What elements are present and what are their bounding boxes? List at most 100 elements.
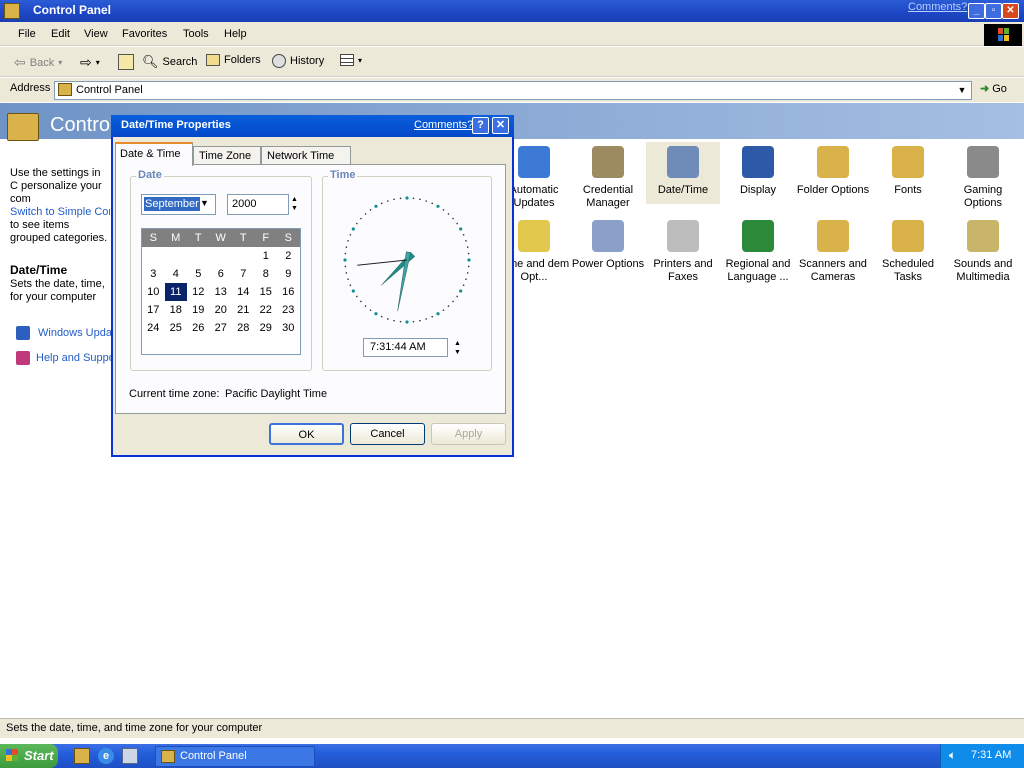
spin-up-icon[interactable]: ▲ <box>291 195 298 204</box>
folders-button[interactable]: Folders <box>206 54 261 66</box>
spin-up-icon[interactable]: ▲ <box>454 339 461 348</box>
folders-label: Folders <box>224 54 261 66</box>
apply-button[interactable]: Apply <box>431 423 506 445</box>
cancel-button[interactable]: Cancel <box>350 423 425 445</box>
help-support-link[interactable]: Help and Suppo <box>16 351 115 365</box>
calendar-day[interactable]: 7 <box>232 265 255 283</box>
menu-tools[interactable]: Tools <box>183 28 209 40</box>
calendar-day[interactable]: 27 <box>210 319 233 337</box>
calendar-day[interactable]: 2 <box>277 247 300 265</box>
calendar-day[interactable]: 11 <box>163 282 188 302</box>
spin-down-icon[interactable]: ▼ <box>291 204 298 213</box>
clock-tick <box>456 295 458 298</box>
windows-update-link[interactable]: Windows Upda <box>16 326 112 340</box>
calendar-day[interactable]: 25 <box>165 319 188 337</box>
calendar-day[interactable]: 9 <box>277 265 300 283</box>
calendar-days: 1 2 3 4 5 6 7 8 9 10 11 12 13 14 15 16 17 18 19 20 21 22 23 24 2… <box>142 247 300 337</box>
clock-tick <box>467 265 470 268</box>
time-spinner[interactable]: ▲ ▼ <box>454 339 461 357</box>
clock-tick <box>387 200 389 202</box>
calendar-day[interactable]: 20 <box>210 301 233 319</box>
cp-item[interactable]: Fonts <box>871 146 945 197</box>
year-spinner[interactable]: ▲ ▼ <box>291 195 298 213</box>
calendar-day[interactable]: 24 <box>142 319 165 337</box>
calendar-day[interactable]: 13 <box>210 283 233 301</box>
address-dropdown-icon[interactable]: ▼ <box>953 82 971 99</box>
calendar-day[interactable]: 19 <box>187 301 210 319</box>
month-select[interactable]: September ▼ <box>141 194 216 215</box>
restore-button[interactable]: ▫ <box>985 3 1002 19</box>
calendar-day[interactable]: 12 <box>187 283 210 301</box>
ok-button[interactable]: OK <box>269 423 344 445</box>
calendar-day[interactable]: 29 <box>255 319 278 337</box>
cp-item[interactable]: Sounds and Multimedia <box>946 220 1020 284</box>
help-button[interactable]: ? <box>472 117 489 134</box>
menu-view[interactable]: View <box>84 28 108 40</box>
calendar-day[interactable]: 16 <box>277 283 300 301</box>
up-folder-button[interactable] <box>118 54 134 70</box>
time-field[interactable]: 7:31:44 AM <box>363 338 448 357</box>
cp-item[interactable]: Printers and Faxes <box>646 220 720 284</box>
calendar-day[interactable]: 21 <box>232 301 255 319</box>
clock-tick <box>466 272 469 274</box>
menu-help[interactable]: Help <box>224 28 247 40</box>
calendar-day[interactable]: 1 <box>255 247 278 265</box>
switch-view-link[interactable]: Switch to Simple Con <box>10 206 110 219</box>
cp-item[interactable]: Date/Time <box>646 142 720 204</box>
cp-item[interactable]: Power Options <box>571 220 645 271</box>
address-field[interactable]: Control Panel ▼ <box>54 81 972 100</box>
spin-down-icon[interactable]: ▼ <box>454 348 461 357</box>
back-button[interactable]: ⇦ Back ▾ <box>14 54 62 71</box>
calendar-day[interactable]: 30 <box>277 319 300 337</box>
tab-time-zone[interactable]: Time Zone <box>193 146 261 165</box>
calendar-day[interactable]: 10 <box>142 283 165 301</box>
speaker-icon[interactable]: 🔈︎ <box>949 748 956 763</box>
forward-button[interactable]: ⇨ ▾ <box>80 54 100 71</box>
calendar-day[interactable]: 26 <box>187 319 210 337</box>
year-field[interactable]: 2000 <box>227 194 289 215</box>
tab-date-time[interactable]: Date & Time <box>115 142 193 166</box>
calendar-day[interactable]: 8 <box>255 265 278 283</box>
menu-file[interactable]: File <box>18 28 36 40</box>
calendar-day[interactable]: 3 <box>142 265 165 283</box>
cp-item[interactable]: Credential Manager <box>571 146 645 210</box>
cp-item[interactable]: Folder Options <box>796 146 870 197</box>
comments-link[interactable]: Comments? <box>908 1 967 13</box>
calendar-day[interactable]: 14 <box>232 283 255 301</box>
quick-launch-desktop-icon[interactable] <box>74 748 90 764</box>
start-button[interactable]: Start <box>0 744 58 768</box>
cp-item[interactable]: Regional and Language ... <box>721 220 795 284</box>
calendar-day[interactable]: 23 <box>277 301 300 319</box>
tray-clock[interactable]: 7:31 AM <box>971 749 1011 761</box>
minimize-button[interactable]: _ <box>968 3 985 19</box>
calendar-day[interactable]: 18 <box>165 301 188 319</box>
menu-edit[interactable]: Edit <box>51 28 70 40</box>
tab-network-time[interactable]: Network Time <box>261 146 351 165</box>
cp-item[interactable]: Display <box>721 146 795 197</box>
cp-item-label: Power Options <box>571 258 645 270</box>
clock-tick <box>344 265 347 268</box>
calendar-day[interactable]: 28 <box>232 319 255 337</box>
calendar-week: 10 11 12 13 14 15 16 <box>142 282 300 302</box>
search-button[interactable]: 🔍︎ Search <box>142 54 197 70</box>
calendar-day[interactable]: 6 <box>210 265 233 283</box>
taskbar-control-panel[interactable]: Control Panel <box>155 746 315 767</box>
menu-favorites[interactable]: Favorites <box>122 28 167 40</box>
cp-item[interactable]: Gaming Options <box>946 146 1020 210</box>
calendar-day[interactable]: 22 <box>255 301 278 319</box>
history-button[interactable]: History <box>272 54 324 68</box>
calendar-day[interactable]: 17 <box>142 301 165 319</box>
calendar-day[interactable]: 4 <box>165 265 188 283</box>
internet-explorer-icon[interactable]: e <box>98 748 114 764</box>
cp-item[interactable]: Scanners and Cameras <box>796 220 870 284</box>
quick-launch-media-icon[interactable] <box>122 748 138 764</box>
cp-item[interactable]: Scheduled Tasks <box>871 220 945 284</box>
close-button[interactable]: ✕ <box>1002 3 1019 19</box>
dialog-comments-link[interactable]: Comments? <box>414 119 473 131</box>
calendar-day[interactable]: 15 <box>255 283 278 301</box>
views-button[interactable]: ▾ <box>340 54 362 66</box>
calendar-day[interactable]: 5 <box>187 265 210 283</box>
dialog-close-button[interactable]: ✕ <box>492 117 509 134</box>
scanner-camera-icon <box>817 220 849 252</box>
go-button[interactable]: ➜ Go <box>980 82 1007 96</box>
